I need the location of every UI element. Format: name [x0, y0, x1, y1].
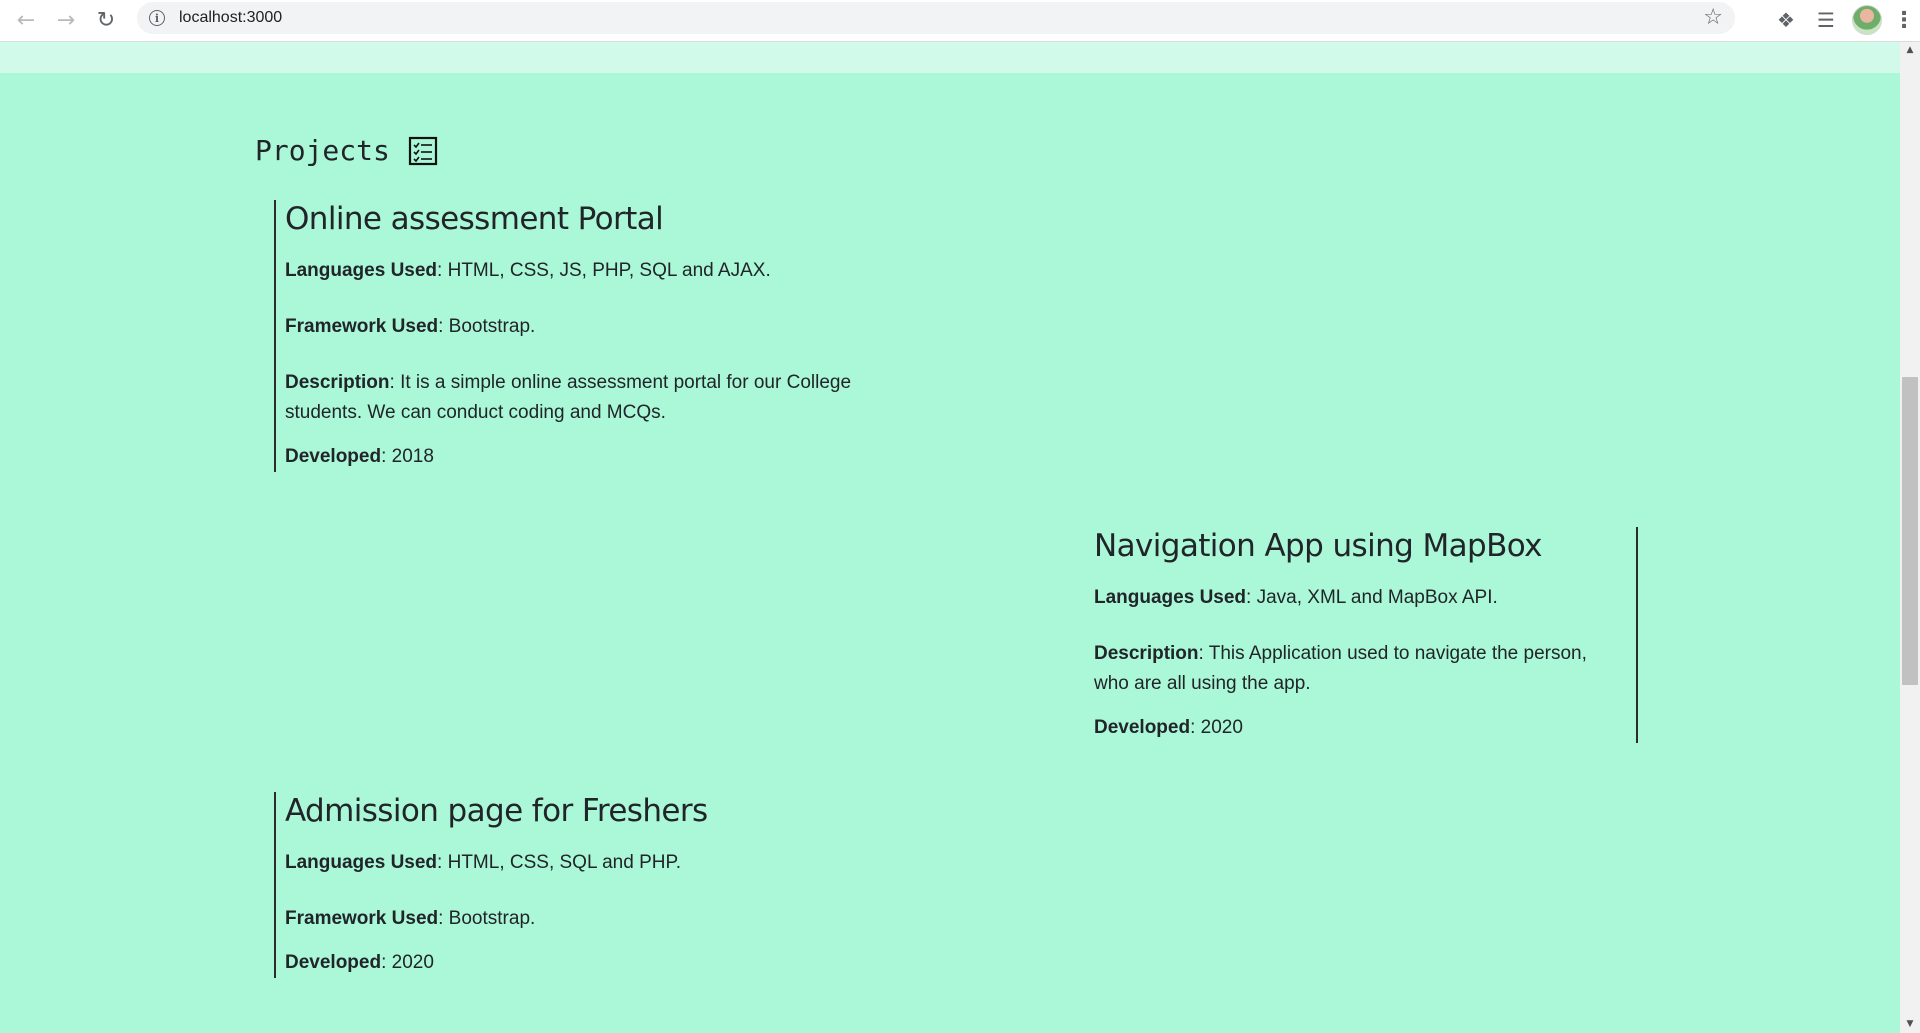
project-card-online-assessment: Online assessment Portal Languages Used:… [274, 200, 895, 472]
languages-value: : Java, XML and MapBox API. [1246, 587, 1498, 608]
media-control-icon[interactable]: ☰ [1806, 8, 1846, 32]
project-developed: Developed: 2018 [285, 442, 895, 472]
languages-value: : HTML, CSS, SQL and PHP. [437, 852, 681, 873]
scroll-down-arrow-icon[interactable]: ▼ [1900, 1016, 1920, 1033]
projects-heading-text: Projects [255, 134, 390, 167]
languages-label: Languages Used [285, 260, 438, 281]
developed-value: : 2020 [1190, 717, 1243, 738]
project-languages: Languages Used: Java, XML and MapBox API… [1094, 583, 1624, 613]
reload-icon[interactable]: ↻ [86, 1, 126, 41]
extensions-puzzle-icon[interactable]: ❖ [1766, 8, 1806, 32]
project-developed: Developed: 2020 [1094, 713, 1624, 743]
project-framework: Framework Used: Bootstrap. [285, 312, 895, 342]
project-developed: Developed: 2020 [285, 948, 895, 978]
description-label: Description [285, 372, 390, 393]
project-framework: Framework Used: Bootstrap. [285, 904, 895, 934]
projects-heading: Projects [255, 134, 438, 167]
url-text[interactable]: localhost:3000 [179, 9, 282, 27]
project-title: Online assessment Portal [285, 201, 664, 237]
project-languages: Languages Used: HTML, CSS, JS, PHP, SQL … [285, 256, 895, 286]
framework-label: Framework Used [285, 908, 439, 929]
developed-label: Developed [1094, 717, 1191, 738]
framework-value: : Bootstrap. [438, 908, 536, 929]
scrollbar-thumb[interactable] [1902, 377, 1918, 685]
project-card-navigation-app: Navigation App using MapBox Languages Us… [1094, 527, 1638, 743]
site-info-icon[interactable]: i [149, 10, 165, 26]
page-scrollbar[interactable]: ▲ ▼ [1900, 42, 1920, 1033]
browser-toolbar: ← → ↻ i localhost:3000 ☆ ❖ ☰ ⋮ [0, 0, 1920, 42]
developed-value: : 2020 [381, 952, 434, 973]
header-strip [0, 42, 1900, 73]
framework-value: : Bootstrap. [438, 316, 536, 337]
developed-value: : 2018 [381, 446, 434, 467]
scroll-up-arrow-icon[interactable]: ▲ [1900, 42, 1920, 59]
project-title: Admission page for Freshers [285, 793, 708, 829]
framework-label: Framework Used [285, 316, 439, 337]
forward-arrow-icon[interactable]: → [46, 1, 86, 41]
developed-label: Developed [285, 952, 382, 973]
address-bar[interactable]: i localhost:3000 ☆ [137, 2, 1735, 34]
developed-label: Developed [285, 446, 382, 467]
profile-avatar[interactable] [1852, 5, 1882, 35]
description-label: Description [1094, 643, 1199, 664]
checklist-icon [408, 136, 437, 165]
page-viewport: Projects Online assessment Portal Langua… [0, 42, 1900, 1033]
back-arrow-icon[interactable]: ← [6, 1, 46, 41]
languages-value: : HTML, CSS, JS, PHP, SQL and AJAX. [437, 260, 771, 281]
project-title: Navigation App using MapBox [1094, 528, 1543, 564]
bookmark-star-icon[interactable]: ☆ [1703, 5, 1723, 30]
project-description: Description: This Application used to na… [1094, 639, 1624, 699]
project-languages: Languages Used: HTML, CSS, SQL and PHP. [285, 848, 895, 878]
project-card-admission-page: Admission page for Freshers Languages Us… [274, 792, 895, 978]
more-menu-icon[interactable]: ⋮ [1888, 8, 1920, 33]
languages-label: Languages Used [1094, 587, 1247, 608]
languages-label: Languages Used [285, 852, 438, 873]
project-description: Description: It is a simple online asses… [285, 368, 895, 428]
